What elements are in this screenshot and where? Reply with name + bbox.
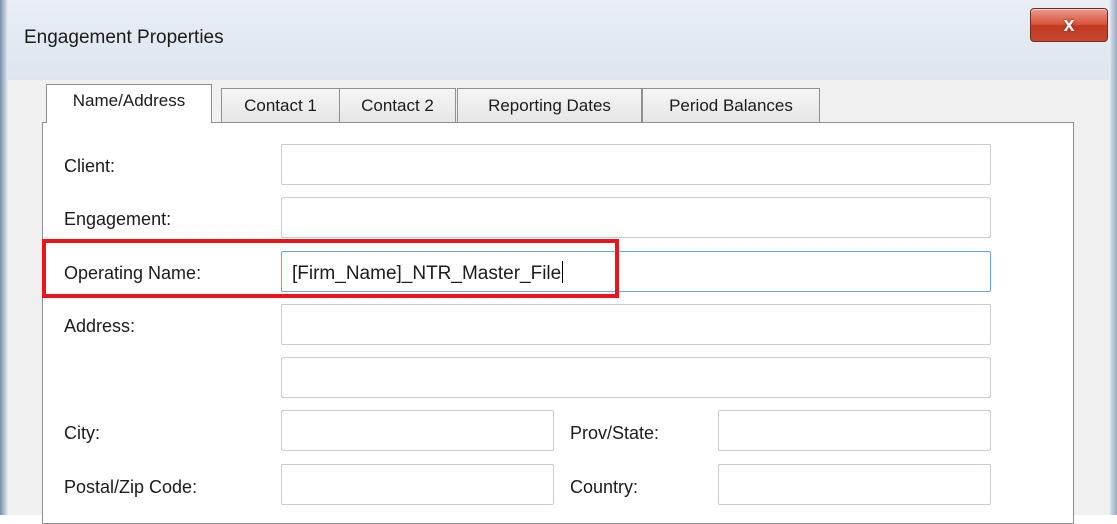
client-field[interactable] bbox=[281, 144, 991, 185]
prov-state-label: Prov/State: bbox=[570, 423, 660, 443]
city-label: City: bbox=[64, 423, 100, 443]
city-field[interactable] bbox=[281, 410, 554, 451]
tab-contact-2[interactable]: Contact 2 bbox=[339, 88, 456, 122]
tab-reporting-dates[interactable]: Reporting Dates bbox=[457, 88, 642, 122]
country-field[interactable] bbox=[718, 464, 991, 505]
address-line1-field[interactable] bbox=[281, 304, 991, 345]
postal-zip-field[interactable] bbox=[281, 464, 554, 505]
window-border-right bbox=[1109, 0, 1117, 515]
address-line2-field[interactable] bbox=[281, 357, 991, 398]
title-bar[interactable]: Engagement Properties x bbox=[8, 0, 1109, 80]
postal-zip-label: Postal/Zip Code: bbox=[64, 477, 198, 497]
engagement-field[interactable] bbox=[281, 197, 991, 238]
engagement-properties-dialog: Engagement Properties x Name/Address Con… bbox=[0, 0, 1117, 524]
tab-period-balances[interactable]: Period Balances bbox=[642, 88, 820, 122]
close-button[interactable]: x bbox=[1030, 8, 1108, 42]
window-border-left bbox=[0, 0, 8, 515]
tab-name-address[interactable]: Name/Address bbox=[46, 84, 212, 123]
close-icon: x bbox=[1063, 13, 1075, 36]
tab-contact-1[interactable]: Contact 1 bbox=[221, 88, 340, 122]
engagement-label: Engagement: bbox=[64, 209, 172, 229]
window-title: Engagement Properties bbox=[24, 27, 224, 48]
address-label: Address: bbox=[64, 316, 136, 336]
country-label: Country: bbox=[570, 477, 639, 497]
client-label: Client: bbox=[64, 156, 116, 176]
prov-state-field[interactable] bbox=[718, 410, 991, 451]
highlight-annotation-box bbox=[42, 239, 619, 298]
